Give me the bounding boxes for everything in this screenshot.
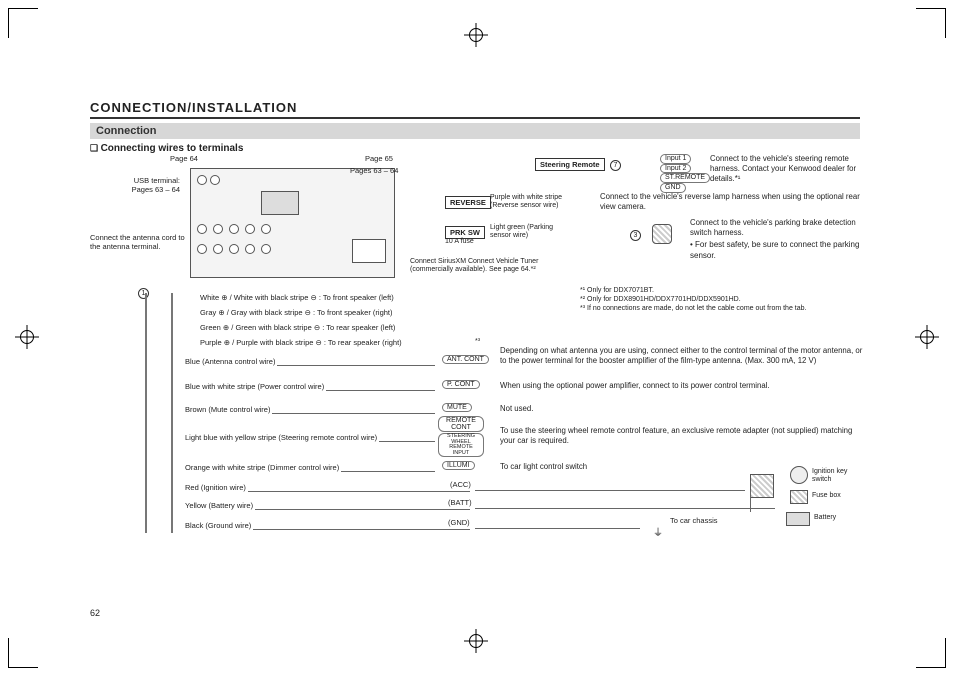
gnd-wire: Black (Ground wire): [185, 521, 253, 530]
illumi-tag: ILLUMI: [442, 461, 475, 470]
footnote3-marker: *³: [475, 338, 480, 346]
p-cont-tag: P. CONT: [442, 380, 480, 389]
remote-cont-tag: REMOTE CONT: [438, 416, 484, 432]
wiring-diagram: Page 64 Page 65 Pages 63 – 64 USB termin…: [90, 158, 860, 598]
section-title: CONNECTION/INSTALLATION: [90, 100, 297, 115]
steering-remote-tag: Steering Remote: [535, 158, 605, 171]
steering-input-tag: STEERING WHEEL REMOTE INPUT: [438, 433, 484, 457]
ref-page64: Page 64: [170, 154, 198, 163]
antenna-note: Connect the antenna cord to the antenna …: [90, 233, 185, 252]
pcont-explain: When using the optional power amplifier,…: [500, 381, 865, 391]
footnotes: *¹ Only for DDX7071BT. *² Only for DDX89…: [580, 286, 865, 313]
input2-tag: Input 2: [660, 164, 691, 174]
circle-7: 7: [610, 160, 621, 171]
acc-tag: (ACC): [450, 480, 471, 489]
fuse-box-label: Fuse box: [812, 492, 841, 500]
acc-wire: Red (Ignition wire): [185, 483, 248, 492]
battery-label: Battery: [814, 514, 836, 522]
batt-tag: (BATT): [448, 498, 472, 507]
section-title-bar: CONNECTION/INSTALLATION: [90, 100, 860, 119]
illumi-wire: Orange with white stripe (Dimmer control…: [185, 463, 341, 472]
steering-wire: Light blue with yellow stripe (Steering …: [185, 433, 379, 442]
mute-wire: Brown (Mute control wire): [185, 405, 272, 414]
ignition-label: Ignition key switch: [812, 468, 860, 485]
reverse-note: Connect to the vehicle's reverse lamp ha…: [600, 192, 865, 212]
prk-connector-icon: [652, 224, 672, 244]
speaker-front-left: White ⊕ / White with black stripe ⊖ : To…: [200, 293, 394, 302]
speaker-front-right: Gray ⊕ / Gray with black stripe ⊖ : To f…: [200, 308, 393, 317]
harness-bundle-icon: [145, 293, 173, 533]
stremote-tag: ST.REMOTE: [660, 173, 710, 183]
prk-fuse: 10 A fuse: [445, 238, 474, 246]
subsubsection-title: Connecting wires to terminals: [90, 143, 860, 154]
mute-tag: MUTE: [442, 403, 472, 412]
prk-wire-note: Light green (Parking sensor wire): [490, 224, 570, 241]
steering-note: Connect to the vehicle's steering remote…: [710, 154, 865, 184]
parking-note: Connect to the vehicle's parking brake d…: [690, 218, 865, 261]
circle-3: 3: [630, 230, 641, 241]
gnd-tag: (GND): [448, 518, 470, 527]
speaker-rear-left: Green ⊕ / Green with black stripe ⊖ : To…: [200, 323, 395, 332]
siriusxm-note: Connect SiriusXM Connect Vehicle Tuner (…: [410, 258, 580, 275]
subsection-title: Connection: [96, 125, 157, 137]
page-number: 62: [90, 608, 100, 618]
input1-tag: Input 1: [660, 154, 691, 164]
p-cont-wire: Blue with white stripe (Power control wi…: [185, 382, 326, 391]
mute-explain: Not used.: [500, 404, 865, 414]
steering-explain: To use the steering wheel remote control…: [500, 426, 865, 446]
head-unit-box: [190, 168, 395, 278]
ant-cont-tag: ANT. CONT: [442, 355, 489, 364]
fuse-box-2-icon: [790, 490, 808, 504]
ground-symbol-icon: ⏚: [650, 524, 666, 539]
reverse-tag: REVERSE: [445, 196, 491, 209]
batt-wire: Yellow (Battery wire): [185, 501, 255, 510]
speaker-rear-right: Purple ⊕ / Purple with black stripe ⊖ : …: [200, 338, 402, 347]
ref-pages63-64: Pages 63 – 64: [350, 166, 398, 175]
reverse-wire-note: Purple with white stripe (Reverse sensor…: [490, 194, 590, 211]
usb-terminal-label: USB terminal: Pages 63 – 64: [120, 176, 180, 195]
chassis-label: To car chassis: [670, 516, 718, 525]
ignition-key-icon: [790, 466, 808, 484]
ant-cont-wire: Blue (Antenna control wire): [185, 357, 277, 366]
subsection-bar: Connection: [90, 123, 860, 139]
battery-icon: [786, 512, 810, 526]
ref-page65: Page 65: [365, 154, 393, 163]
fuse-box-icon: [750, 474, 774, 498]
ant-explain: Depending on what antenna you are using,…: [500, 346, 865, 366]
illumi-explain: To car light control switch: [500, 462, 587, 472]
